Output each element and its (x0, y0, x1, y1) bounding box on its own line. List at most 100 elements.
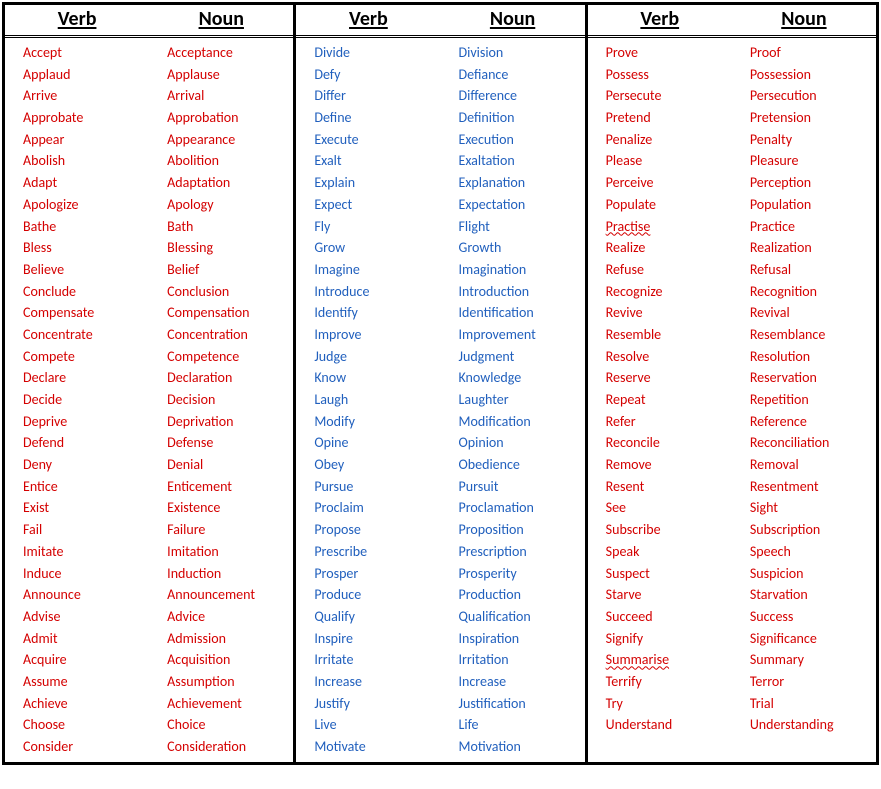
verb-word: Reconcile (606, 432, 732, 454)
verb-word: Fail (23, 519, 149, 541)
verb-word: Choose (23, 714, 149, 736)
verb-word: Motivate (314, 736, 440, 758)
noun-word: Reference (750, 411, 876, 433)
verb-cells: ProvePossessPersecutePretendPenalizePlea… (588, 38, 732, 740)
column-header-noun: Noun (149, 5, 293, 38)
verb-word: Grow (314, 237, 440, 259)
verb-word: Imagine (314, 259, 440, 281)
noun-word: Motivation (459, 736, 585, 758)
noun-word: Reservation (750, 367, 876, 389)
noun-word: Bath (167, 216, 293, 238)
noun-word: Trial (750, 693, 876, 715)
noun-word: Judgment (459, 346, 585, 368)
verb-word: Defy (314, 64, 440, 86)
noun-word: Life (459, 714, 585, 736)
noun-word: Opinion (459, 432, 585, 454)
verb-word: Repeat (606, 389, 732, 411)
verb-word: Decide (23, 389, 149, 411)
verb-word: Summarise (606, 649, 732, 671)
verb-word: Recognize (606, 281, 732, 303)
noun-word: Possession (750, 64, 876, 86)
noun-word: Repetition (750, 389, 876, 411)
noun-word: Recognition (750, 281, 876, 303)
noun-word: Denial (167, 454, 293, 476)
verb-word: Acquire (23, 649, 149, 671)
verb-word: Increase (314, 671, 440, 693)
verb-word: Penalize (606, 129, 732, 151)
verb-word: Announce (23, 584, 149, 606)
verb-word: Prove (606, 42, 732, 64)
noun-word: Realization (750, 237, 876, 259)
noun-word: Pursuit (459, 476, 585, 498)
column-header-verb: Verb (588, 5, 732, 38)
verb-word: Pursue (314, 476, 440, 498)
noun-word: Modification (459, 411, 585, 433)
noun-word: Compensation (167, 302, 293, 324)
noun-word: Execution (459, 129, 585, 151)
noun-word: Inspiration (459, 628, 585, 650)
noun-column: NounDivisionDefianceDifferenceDefinition… (441, 5, 585, 762)
noun-word: Understanding (750, 714, 876, 736)
noun-word: Defiance (459, 64, 585, 86)
noun-word: Exaltation (459, 150, 585, 172)
noun-word: Irritation (459, 649, 585, 671)
verb-word: Abolish (23, 150, 149, 172)
noun-cells: DivisionDefianceDifferenceDefinitionExec… (441, 38, 585, 762)
verb-word: Judge (314, 346, 440, 368)
noun-word: Knowledge (459, 367, 585, 389)
noun-word: Blessing (167, 237, 293, 259)
noun-word: Assumption (167, 671, 293, 693)
table-wrap: Verb AcceptApplaudArriveApprobateAppearAb… (2, 2, 879, 765)
verb-column: VerbAcceptApplaudArriveApprobateAppearAb… (5, 5, 149, 762)
verb-word: Modify (314, 411, 440, 433)
noun-word: Belief (167, 259, 293, 281)
verb-word: Expect (314, 194, 440, 216)
verb-word: Consider (23, 736, 149, 758)
verb-word: Differ (314, 85, 440, 107)
noun-word: Enticement (167, 476, 293, 498)
verb-word: Bathe (23, 216, 149, 238)
noun-word: Appearance (167, 129, 293, 151)
noun-word: Apology (167, 194, 293, 216)
verb-word: Assume (23, 671, 149, 693)
noun-column: NounProofPossessionPersecutionPretension… (732, 5, 876, 762)
verb-word: Resent (606, 476, 732, 498)
verb-word: Conclude (23, 281, 149, 303)
verb-cells: AcceptApplaudArriveApprobateAppearAbolis… (5, 38, 149, 762)
verb-word: Reserve (606, 367, 732, 389)
noun-word: Justification (459, 693, 585, 715)
verb-word: Live (314, 714, 440, 736)
noun-word: Practice (750, 216, 876, 238)
verb-word: Compete (23, 346, 149, 368)
verb-word: Suspect (606, 563, 732, 585)
verb-word: Execute (314, 129, 440, 151)
noun-word: Resemblance (750, 324, 876, 346)
verb-word: Please (606, 150, 732, 172)
verb-word: Laugh (314, 389, 440, 411)
noun-word: Perception (750, 172, 876, 194)
verb-word: Try (606, 693, 732, 715)
verb-word: Explain (314, 172, 440, 194)
column-group: VerbProvePossessPersecutePretendPenalize… (585, 5, 879, 762)
verb-word: Know (314, 367, 440, 389)
verb-word: Compensate (23, 302, 149, 324)
noun-word: Induction (167, 563, 293, 585)
verb-word: Pretend (606, 107, 732, 129)
noun-word: Abolition (167, 150, 293, 172)
verb-word: Qualify (314, 606, 440, 628)
verb-word: Perceive (606, 172, 732, 194)
verb-word: Improve (314, 324, 440, 346)
noun-word: Persecution (750, 85, 876, 107)
noun-word: Population (750, 194, 876, 216)
verb-word: Appear (23, 129, 149, 151)
verb-word: Opine (314, 432, 440, 454)
verb-word: Admit (23, 628, 149, 650)
verb-word: Bless (23, 237, 149, 259)
noun-word: Speech (750, 541, 876, 563)
verb-word: Signify (606, 628, 732, 650)
verb-word: Identify (314, 302, 440, 324)
verb-word: Propose (314, 519, 440, 541)
noun-word: Pretension (750, 107, 876, 129)
verb-word: Proclaim (314, 497, 440, 519)
noun-word: Adaptation (167, 172, 293, 194)
